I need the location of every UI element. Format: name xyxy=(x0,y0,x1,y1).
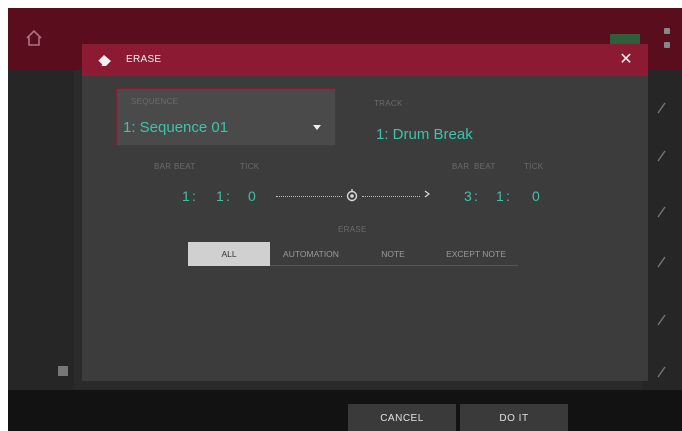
erase-option-note[interactable]: NOTE xyxy=(352,242,434,266)
dialog-header: ERASE ✕ xyxy=(82,44,648,76)
home-icon[interactable] xyxy=(24,28,44,48)
end-beat-header: BEAT xyxy=(474,162,496,171)
start-bar-field[interactable]: 1 xyxy=(182,188,190,204)
background-left-panel xyxy=(8,70,74,390)
pencil-icon xyxy=(657,150,666,162)
end-tick-field[interactable]: 0 xyxy=(532,188,540,204)
start-beat-header: BEAT xyxy=(174,162,196,171)
end-beat-field[interactable]: 1 xyxy=(496,188,504,204)
erase-option-except-note[interactable]: EXCEPT NOTE xyxy=(434,242,518,266)
background-indicator xyxy=(664,42,670,48)
erase-option-automation[interactable]: AUTOMATION xyxy=(270,242,352,266)
start-beat-field[interactable]: 1 xyxy=(216,188,224,204)
erase-mode-label: ERASE xyxy=(338,225,367,234)
separator: : xyxy=(474,188,478,204)
end-bar-field[interactable]: 3 xyxy=(464,188,472,204)
erase-dialog: ERASE ✕ SEQUENCE 1: Sequence 01 TRACK 1:… xyxy=(82,44,648,381)
pencil-icon xyxy=(657,314,666,326)
knob-icon[interactable] xyxy=(346,188,358,202)
pencil-icon xyxy=(657,256,666,268)
background-right-panel xyxy=(642,70,682,390)
bottom-bar xyxy=(8,390,682,431)
chevron-down-icon xyxy=(313,125,321,130)
track-field[interactable]: 1: Drum Break xyxy=(376,126,473,143)
sequence-value: 1: Sequence 01 xyxy=(123,119,229,136)
start-tick-field[interactable]: 0 xyxy=(248,188,256,204)
range-line xyxy=(362,196,420,197)
separator: : xyxy=(506,188,510,204)
sequence-selector[interactable]: SEQUENCE 1: Sequence 01 xyxy=(116,88,336,146)
eraser-icon xyxy=(97,55,111,66)
range-line xyxy=(276,196,342,197)
start-tick-header: TICK xyxy=(240,162,260,171)
pencil-icon xyxy=(657,206,666,218)
arrow-right-icon xyxy=(424,190,430,198)
pencil-icon xyxy=(657,366,666,378)
dialog-title: ERASE xyxy=(126,54,162,65)
do-it-button[interactable]: DO IT xyxy=(460,404,568,431)
erase-option-all[interactable]: ALL xyxy=(188,242,270,266)
start-bar-header: BAR xyxy=(154,162,172,171)
sequence-label: SEQUENCE xyxy=(131,97,179,106)
separator: : xyxy=(226,188,230,204)
separator: : xyxy=(192,188,196,204)
background-square xyxy=(58,366,68,376)
pencil-icon xyxy=(657,102,666,114)
background-indicator xyxy=(664,28,670,34)
end-bar-header: BAR xyxy=(452,162,470,171)
app-screen: CANCEL DO IT ERASE ✕ SEQUENCE 1: Sequenc… xyxy=(8,8,682,431)
close-icon[interactable]: ✕ xyxy=(616,50,636,70)
cancel-button[interactable]: CANCEL xyxy=(348,404,456,431)
track-label: TRACK xyxy=(374,99,403,108)
end-tick-header: TICK xyxy=(524,162,544,171)
